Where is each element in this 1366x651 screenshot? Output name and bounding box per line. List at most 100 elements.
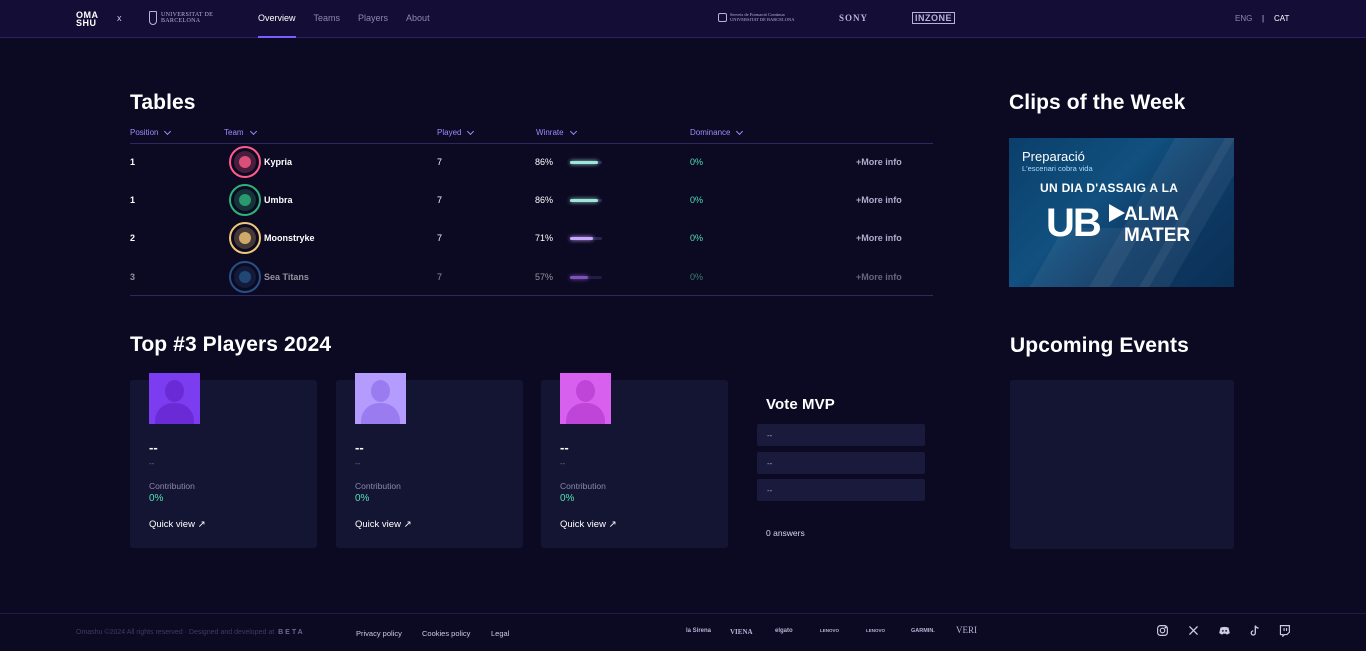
chevron-down-icon (467, 127, 475, 135)
table-row: 3 Sea Titans 7 57% 0% +More info (130, 258, 933, 296)
beta-studio-link[interactable]: BETA (278, 629, 305, 636)
contribution-value: 0% (560, 493, 575, 504)
top-navigation-bar: OMA SHU x UNIVERSITAT DE BARCELONA Overv… (0, 0, 1366, 38)
team-position: 2 (130, 233, 136, 243)
tiktok-icon[interactable] (1248, 624, 1261, 637)
omashu-logo[interactable]: OMA SHU (76, 11, 99, 28)
winrate-bar-fill (570, 276, 589, 279)
more-info-link[interactable]: +More info (856, 195, 902, 205)
team-played: 7 (437, 233, 443, 243)
privacy-policy-link[interactable]: Privacy policy (356, 629, 402, 638)
team-position: 1 (130, 157, 136, 167)
player-name: -- (149, 440, 158, 455)
contribution-value: 0% (355, 493, 370, 504)
play-icon (1109, 204, 1125, 222)
vote-option[interactable]: -- (757, 479, 925, 501)
team-dominance: 0% (690, 272, 704, 282)
player-name: -- (355, 440, 364, 455)
twitch-icon[interactable] (1278, 624, 1291, 638)
col-dominance-header[interactable]: Dominance (690, 127, 744, 137)
winrate-bar (570, 199, 602, 202)
player-name: -- (560, 440, 569, 455)
chevron-down-icon (249, 127, 257, 135)
team-name[interactable]: Umbra (264, 195, 293, 205)
upcoming-events-panel (1010, 380, 1234, 549)
col-position-header[interactable]: Position (130, 127, 172, 137)
contribution-label: Contribution (149, 481, 195, 491)
legal-link[interactable]: Legal (491, 629, 509, 638)
winrate-bar-fill (570, 161, 598, 164)
quick-view-link[interactable]: Quick view ↗ (355, 519, 412, 530)
formacio-crest-icon (718, 12, 727, 22)
team-name[interactable]: Sea Titans (264, 272, 309, 282)
team-badge-icon (229, 184, 261, 216)
team-winrate: 86% (535, 195, 554, 205)
team-played: 7 (437, 157, 443, 167)
players-title: Top #3 Players 2024 (130, 333, 332, 356)
nav-players[interactable]: Players (358, 0, 388, 38)
col-played-header[interactable]: Played (437, 127, 475, 137)
vote-answer-count: 0 answers (766, 528, 805, 538)
vote-option[interactable]: -- (757, 424, 925, 446)
more-info-link[interactable]: +More info (856, 157, 902, 167)
nav-overview[interactable]: Overview (258, 0, 296, 38)
clip-video-thumbnail[interactable]: Preparació L'escenari cobra vida UN DIA … (1009, 138, 1234, 287)
team-name[interactable]: Moonstryke (264, 233, 315, 243)
cookies-policy-link[interactable]: Cookies policy (422, 629, 470, 638)
contribution-label: Contribution (560, 481, 606, 491)
team-name[interactable]: Kypria (264, 157, 292, 167)
player-avatar-1 (149, 373, 200, 424)
player-avatar-3 (560, 373, 611, 424)
col-winrate-header[interactable]: Winrate (536, 127, 577, 137)
team-dominance: 0% (690, 157, 704, 167)
player-team: -- (560, 459, 566, 468)
lang-separator: | (1262, 14, 1265, 23)
team-dominance: 0% (690, 195, 704, 205)
lang-cat-button[interactable]: CAT (1274, 14, 1289, 23)
team-winrate: 71% (535, 233, 554, 243)
clips-title: Clips of the Week (1009, 91, 1186, 114)
clip-title: Preparació (1022, 149, 1085, 164)
upcoming-events-title: Upcoming Events (1010, 334, 1189, 357)
sponsor-viena-logo: VIENA (730, 628, 753, 636)
sponsor-la-sirena-logo: la Sirena (686, 628, 712, 634)
table-row: 2 Moonstryke 7 71% 0% +More info (130, 219, 933, 257)
clip-alma-mater-text: ALMA MATER (1124, 204, 1191, 246)
team-dominance: 0% (690, 233, 704, 243)
x-icon[interactable] (1187, 624, 1200, 637)
clip-ub-logo-text: UB (1046, 201, 1102, 245)
sponsor-veri-logo: VERI (956, 625, 977, 635)
table-row: 1 Kypria 7 86% 0% +More info (130, 143, 933, 181)
discord-icon[interactable] (1218, 624, 1231, 637)
contribution-label: Contribution (355, 481, 401, 491)
sponsor-elgato-logo: elgato (775, 628, 793, 634)
more-info-link[interactable]: +More info (856, 272, 902, 282)
tables-title: Tables (130, 91, 196, 114)
table-bottom-divider (130, 295, 933, 296)
nav-about[interactable]: About (406, 0, 430, 38)
chevron-down-icon (736, 127, 744, 135)
quick-view-link[interactable]: Quick view ↗ (560, 519, 617, 530)
team-badge-icon (229, 146, 261, 178)
vote-option[interactable]: -- (757, 452, 925, 474)
table-row: 1 Umbra 7 86% 0% +More info (130, 181, 933, 219)
winrate-bar (570, 237, 602, 240)
player-avatar-2 (355, 373, 406, 424)
team-winrate: 86% (535, 157, 554, 167)
contribution-value: 0% (149, 493, 164, 504)
universitat-barcelona-logo: UNIVERSITAT DE BARCELONA (149, 11, 213, 25)
player-team: -- (355, 459, 361, 468)
instagram-icon[interactable] (1156, 624, 1169, 637)
winrate-bar-fill (570, 237, 593, 240)
chevron-down-icon (569, 127, 577, 135)
quick-view-link[interactable]: Quick view ↗ (149, 519, 206, 530)
sponsor-sony-logo: SONY (839, 13, 869, 23)
nav-teams[interactable]: Teams (314, 0, 341, 38)
more-info-link[interactable]: +More info (856, 233, 902, 243)
lang-eng-button[interactable]: ENG (1235, 14, 1252, 23)
logo-separator: x (117, 13, 122, 23)
team-position: 3 (130, 272, 136, 282)
col-team-header[interactable]: Team (224, 127, 257, 137)
team-played: 7 (437, 195, 443, 205)
clip-subtitle: L'escenari cobra vida (1022, 164, 1093, 173)
